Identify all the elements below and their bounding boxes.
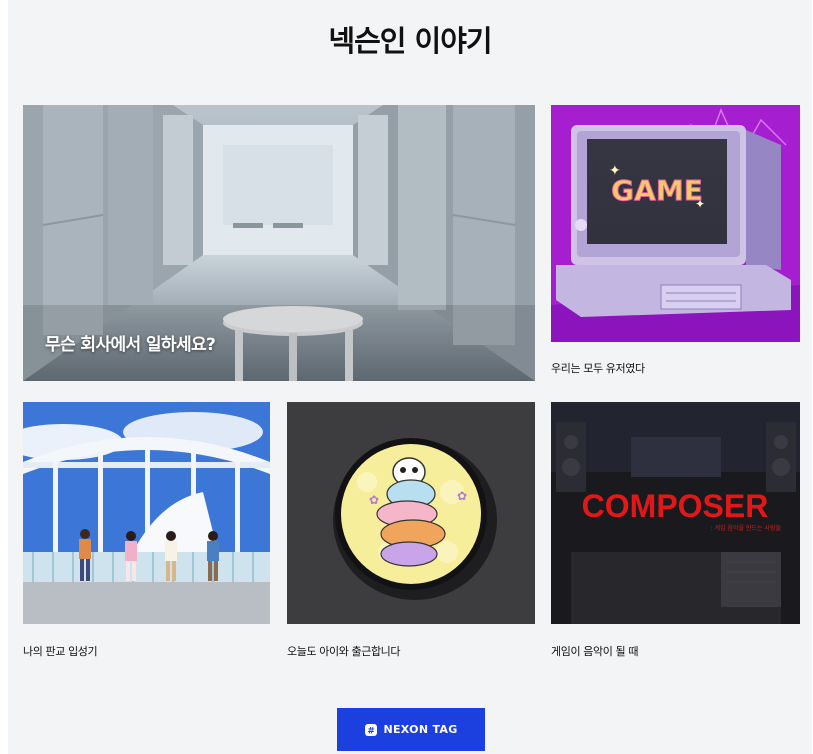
bridge-illustration xyxy=(23,402,270,624)
svg-text:✿: ✿ xyxy=(369,493,379,507)
svg-text:✦: ✦ xyxy=(609,163,621,179)
svg-text:: 게임 음악을 만드는 사람들: : 게임 음악을 만드는 사람들 xyxy=(711,524,782,532)
nexon-tag-icon: # xyxy=(364,723,378,737)
nexon-tag-button[interactable]: # NEXON TAG xyxy=(337,708,485,751)
story-card-daycare[interactable]: ✿ ✿ xyxy=(287,402,535,624)
story-caption: 게임이 음악이 될 때 xyxy=(551,645,639,658)
svg-text:✿: ✿ xyxy=(457,489,467,503)
svg-text:#: # xyxy=(368,726,376,736)
story-card-pangyo[interactable] xyxy=(23,402,270,624)
story-caption: 우리는 모두 유저였다 xyxy=(551,362,645,375)
story-caption: 무슨 회사에서 일하세요? xyxy=(45,335,216,355)
retro-computer-image: GAME ✦ ✦ xyxy=(551,105,800,342)
character-lightbox-image: ✿ ✿ xyxy=(287,402,535,624)
story-card-gamers[interactable]: GAME ✦ ✦ xyxy=(551,105,800,342)
nexon-tag-label: NEXON TAG xyxy=(383,723,458,736)
svg-text:COMPOSER: COMPOSER xyxy=(582,488,769,524)
svg-text:✦: ✦ xyxy=(695,197,705,211)
story-caption: 오늘도 아이와 출근합니다 xyxy=(287,645,401,658)
svg-text:GAME: GAME xyxy=(611,174,703,207)
page-container: 넥슨인 이야기 무슨 회사에서 일하세요? GAME ✦ ✦ 우리는 모두 유저… xyxy=(8,0,812,754)
music-studio-image: COMPOSER : 게임 음악을 만드는 사람들 xyxy=(551,402,800,624)
story-card-company[interactable]: 무슨 회사에서 일하세요? xyxy=(23,105,535,381)
page-title: 넥슨인 이야기 xyxy=(328,24,492,58)
story-card-composer[interactable]: COMPOSER : 게임 음악을 만드는 사람들 xyxy=(551,402,800,624)
story-caption: 나의 판교 입성기 xyxy=(23,645,98,658)
